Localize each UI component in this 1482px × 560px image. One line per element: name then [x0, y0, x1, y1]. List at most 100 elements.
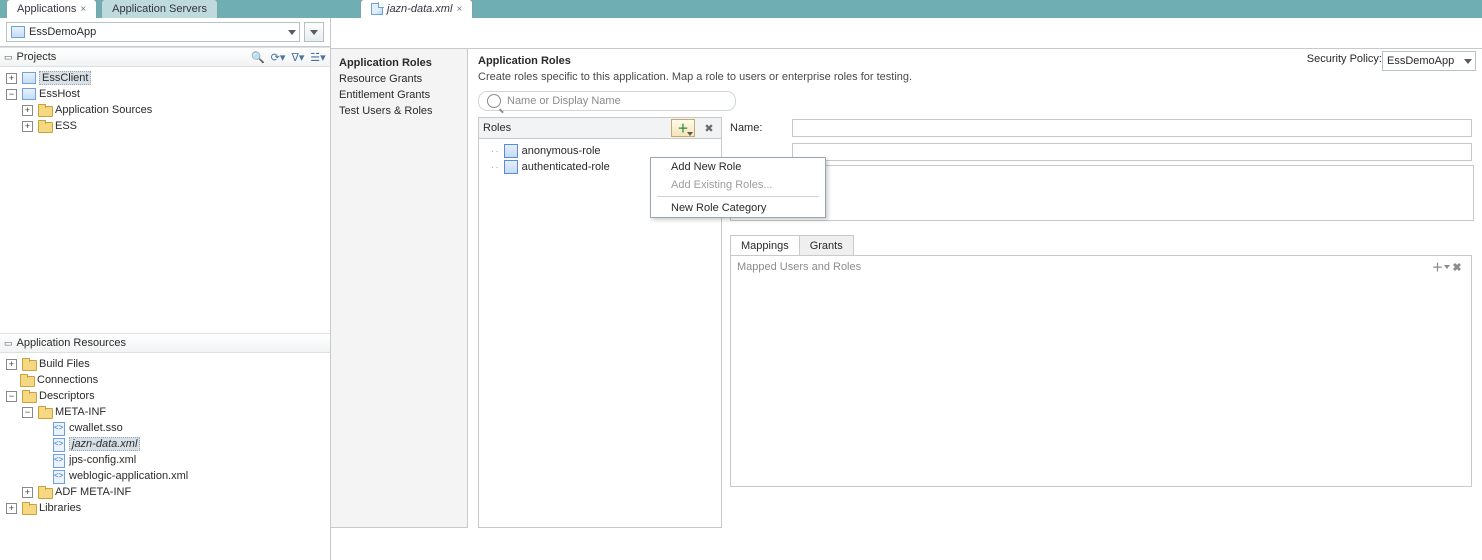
- tree-label: jazn-data.xml: [69, 437, 140, 451]
- tree-line-icon: ··: [491, 162, 500, 173]
- tree-node-esshost[interactable]: − EssHost: [6, 86, 326, 102]
- tree-node-jazn-data[interactable]: jazn-data.xml: [38, 436, 326, 452]
- name-field[interactable]: [792, 119, 1472, 137]
- expand-icon[interactable]: +: [22, 121, 33, 132]
- search-icon: [487, 94, 501, 108]
- tree-label: Descriptors: [39, 390, 95, 402]
- name-field-label: Name:: [730, 122, 782, 134]
- folder-icon: [22, 390, 36, 402]
- description-field[interactable]: [730, 165, 1474, 221]
- role-search-input[interactable]: Name or Display Name: [478, 91, 736, 111]
- nav-application-roles[interactable]: Application Roles: [339, 55, 459, 71]
- delete-mapping-button[interactable]: ✖: [1449, 259, 1465, 275]
- application-selector[interactable]: EssDemoApp: [6, 22, 300, 42]
- folder-icon: [38, 486, 52, 498]
- tree-label: jps-config.xml: [69, 454, 136, 466]
- expand-icon[interactable]: +: [6, 73, 17, 84]
- tree-node-ess[interactable]: + ESS: [22, 118, 326, 134]
- collapse-icon[interactable]: −: [6, 391, 17, 402]
- tab-label: Applications: [17, 3, 76, 15]
- filter-icon[interactable]: ∇▾: [290, 49, 306, 65]
- folder-icon: [22, 502, 36, 514]
- roles-header-label: Roles: [483, 122, 511, 134]
- tree-node-cwallet[interactable]: cwallet.sso: [38, 420, 326, 436]
- security-policy-value: EssDemoApp: [1387, 55, 1454, 67]
- add-mapping-button[interactable]: ＋: [1433, 259, 1449, 275]
- app-resources-tree[interactable]: + Build Files Connections − Descriptors: [0, 353, 330, 529]
- tab-jazn-data[interactable]: jazn-data.xml ×: [360, 0, 473, 18]
- refresh-icon[interactable]: ⟳▾: [270, 49, 286, 65]
- tree-node-app-sources[interactable]: + Application Sources: [22, 102, 326, 118]
- expand-icon[interactable]: +: [22, 487, 33, 498]
- subtab-mappings[interactable]: Mappings: [730, 235, 800, 255]
- tab-app-servers[interactable]: Application Servers: [101, 0, 218, 18]
- tree-label: ESS: [55, 120, 77, 132]
- nav-test-users-roles[interactable]: Test Users & Roles: [339, 103, 459, 119]
- search-placeholder: Name or Display Name: [507, 95, 621, 107]
- editor-content: Security Policy: EssDemoApp Application …: [468, 48, 1482, 528]
- chevron-down-icon: [687, 132, 693, 136]
- menu-add-existing-roles: Add Existing Roles...: [651, 176, 825, 194]
- add-role-button[interactable]: ＋: [671, 119, 695, 137]
- nav-resource-grants[interactable]: Resource Grants: [339, 71, 459, 87]
- security-policy-label: Security Policy:: [1307, 53, 1382, 65]
- header-label: Projects: [17, 51, 57, 63]
- projects-toolbar: 🔍 ⟳▾ ∇▾ ☱▾: [250, 49, 326, 65]
- layout-icon[interactable]: ☱▾: [310, 49, 326, 65]
- navigator-panel: EssDemoApp ▭ Projects 🔍 ⟳▾ ∇▾ ☱▾ + EssCl…: [0, 18, 331, 560]
- collapse-icon[interactable]: −: [6, 89, 17, 100]
- project-icon: [22, 88, 36, 100]
- projects-header[interactable]: ▭ Projects 🔍 ⟳▾ ∇▾ ☱▾: [0, 47, 330, 67]
- subtab-grants[interactable]: Grants: [799, 235, 854, 255]
- tree-node-adf-meta-inf[interactable]: + ADF META-INF: [22, 484, 326, 500]
- security-policy-select[interactable]: EssDemoApp: [1382, 51, 1476, 71]
- app-menu-button[interactable]: [304, 22, 324, 42]
- tree-node-libraries[interactable]: + Libraries: [6, 500, 326, 516]
- expand-icon[interactable]: +: [6, 359, 17, 370]
- tab-label: jazn-data.xml: [387, 3, 452, 15]
- expand-icon[interactable]: +: [6, 503, 17, 514]
- folder-icon: [38, 104, 52, 116]
- project-icon: [22, 72, 36, 84]
- role-label: anonymous-role: [522, 145, 601, 157]
- tree-label: ADF META-INF: [55, 486, 131, 498]
- nav-entitlement-grants[interactable]: Entitlement Grants: [339, 87, 459, 103]
- xml-file-icon: [52, 470, 66, 482]
- tree-label: cwallet.sso: [69, 422, 123, 434]
- tree-label: Libraries: [39, 502, 81, 514]
- tree-node-jps-config[interactable]: jps-config.xml: [38, 452, 326, 468]
- tab-applications[interactable]: Applications ×: [6, 0, 97, 18]
- xml-file-icon: [371, 3, 383, 15]
- app-name: EssDemoApp: [29, 26, 96, 38]
- folder-icon: [38, 406, 52, 418]
- close-icon[interactable]: ×: [456, 4, 462, 15]
- menu-add-new-role[interactable]: Add New Role: [651, 158, 825, 176]
- tree-label: Connections: [37, 374, 98, 386]
- tree-node-meta-inf[interactable]: − META-INF: [22, 404, 326, 420]
- application-selector-row: EssDemoApp: [0, 18, 330, 47]
- tree-node-essclient[interactable]: + EssClient: [6, 70, 326, 86]
- app-resources-header[interactable]: ▭ Application Resources: [0, 333, 330, 353]
- expand-icon[interactable]: +: [22, 105, 33, 116]
- delete-role-button[interactable]: ✖: [701, 120, 717, 136]
- display-name-field[interactable]: [792, 143, 1472, 161]
- tree-node-weblogic-app[interactable]: weblogic-application.xml: [38, 468, 326, 484]
- collapse-icon: ▭: [4, 338, 13, 349]
- roles-panel-header: Roles ＋ ✖: [478, 117, 722, 139]
- chevron-down-icon: [310, 30, 318, 35]
- projects-tree[interactable]: + EssClient − EssHost + Application Sour…: [0, 67, 330, 333]
- header-label: Application Resources: [17, 337, 126, 349]
- tree-node-descriptors[interactable]: − Descriptors: [6, 388, 326, 404]
- tree-line-icon: ··: [491, 146, 500, 157]
- role-icon: [504, 160, 518, 174]
- menu-separator: [657, 196, 819, 197]
- tree-node-build-files[interactable]: + Build Files: [6, 356, 326, 372]
- tree-node-connections[interactable]: Connections: [6, 372, 326, 388]
- panel-tabset: Applications × Application Servers: [6, 0, 222, 18]
- search-icon[interactable]: 🔍: [250, 49, 266, 65]
- editor-section-nav: Application Roles Resource Grants Entitl…: [331, 48, 468, 528]
- menu-new-role-category[interactable]: New Role Category: [651, 199, 825, 217]
- collapse-icon[interactable]: −: [22, 407, 33, 418]
- close-icon[interactable]: ×: [80, 4, 86, 15]
- xml-file-icon: [52, 438, 66, 450]
